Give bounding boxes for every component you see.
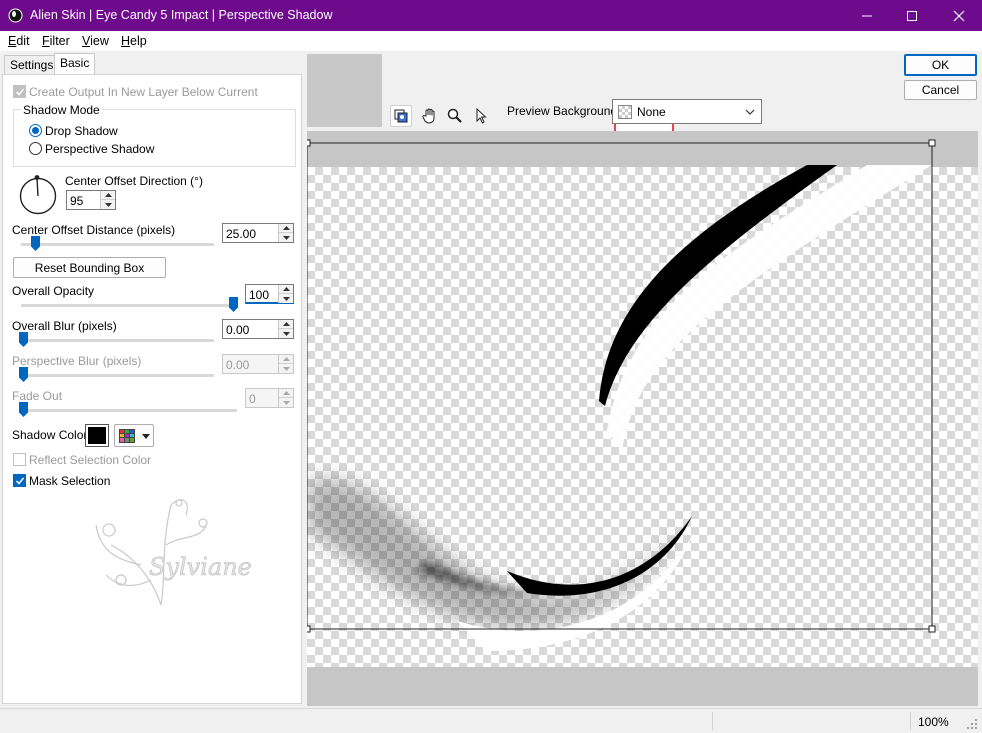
close-icon [953,10,965,21]
ok-button[interactable]: OK [904,54,977,76]
overall-blur-input[interactable]: 0.00 [222,319,294,339]
perspective-blur-label: Perspective Blur (pixels) [12,354,142,368]
fade-out-input[interactable]: 0 [245,388,294,408]
spin-up-icon[interactable] [101,191,115,200]
perspective-shadow-radio[interactable] [29,142,42,155]
navigator-thumbnail[interactable] [307,54,674,167]
spin-down-icon[interactable] [279,294,293,303]
fade-out-slider[interactable] [19,402,28,417]
overall-opacity-input[interactable]: 100 [245,284,294,304]
perspective-blur-slider[interactable] [19,367,28,382]
sylviane-watermark: Sylviane [95,499,251,606]
spin-up-icon[interactable] [279,224,293,233]
mask-selection-checkbox[interactable] [13,474,26,487]
status-bar: 100% [0,708,982,733]
perspective-blur-input[interactable]: 0.00 [222,354,294,374]
hand-tool-button[interactable] [419,105,441,127]
color-palette-button[interactable] [114,424,154,447]
spin-up-icon[interactable] [279,389,293,398]
center-offset-direction-input[interactable]: 95 [66,190,116,210]
create-output-checkbox[interactable] [13,85,26,98]
reset-bounding-box-button[interactable]: Reset Bounding Box [13,257,166,278]
menu-help[interactable]: Help [121,34,147,48]
create-output-label: Create Output In New Layer Below Current [29,85,258,99]
minimize-icon [862,15,872,16]
tab-settings[interactable]: Settings [4,55,60,75]
reflect-selection-color-label: Reflect Selection Color [29,453,152,467]
resize-grip-icon[interactable] [966,718,978,730]
spin-down-icon[interactable] [101,200,115,209]
compare-view-icon [394,109,408,123]
fade-out-track[interactable] [21,409,237,412]
arrow-cursor-icon [476,108,487,124]
menu-bar: Edit Filter View Help [0,31,982,51]
shadow-color-label: Shadow Color [12,428,88,442]
spin-down-icon[interactable] [279,329,293,338]
overall-blur-slider[interactable] [19,332,28,347]
overall-opacity-track[interactable] [21,304,237,307]
maximize-button[interactable] [889,0,935,31]
zoom-level: 100% [918,715,949,729]
preview-background-select[interactable]: None [612,99,762,124]
magnifier-icon [447,108,462,123]
window-title: Alien Skin | Eye Candy 5 Impact | Perspe… [30,8,333,22]
menu-view[interactable]: View [82,34,109,48]
center-offset-distance-track[interactable] [21,243,214,246]
shadow-color-swatch[interactable] [85,424,109,447]
overall-blur-track[interactable] [21,339,214,342]
menu-edit[interactable]: Edit [8,34,30,48]
checkmark-icon [15,88,25,96]
watermark-text: Sylviane [149,553,251,581]
perspective-blur-track[interactable] [21,374,214,377]
title-bar[interactable]: Alien Skin | Eye Candy 5 Impact | Perspe… [0,0,982,31]
reflect-selection-color-checkbox[interactable] [13,453,26,466]
center-offset-distance-slider[interactable] [31,236,40,251]
spin-down-icon[interactable] [279,364,293,373]
zoom-tool-button[interactable] [444,105,466,127]
chevron-down-icon [745,109,755,115]
center-offset-distance-label: Center Offset Distance (pixels) [12,223,176,237]
spin-down-icon[interactable] [279,398,293,407]
spin-up-icon[interactable] [279,320,293,329]
shadow-mode-title: Shadow Mode [21,103,102,117]
close-button[interactable] [936,0,982,31]
spin-up-icon[interactable] [279,285,293,294]
hand-icon [422,108,435,124]
overall-opacity-slider[interactable] [229,297,238,312]
dropdown-arrow-icon [142,434,150,439]
transparent-swatch-icon [618,105,632,119]
spin-up-icon[interactable] [279,355,293,364]
perspective-shadow-label: Perspective Shadow [45,142,155,156]
tab-basic[interactable]: Basic [54,53,96,75]
alien-skin-icon [8,8,23,23]
drop-shadow-radio[interactable] [29,124,42,137]
color-grid-icon [119,429,135,443]
overall-blur-label: Overall Blur (pixels) [12,319,117,333]
checkmark-icon [15,477,25,485]
minimize-button[interactable] [844,0,890,31]
drop-shadow-label: Drop Shadow [45,124,118,138]
preview-background-value: None [637,105,666,119]
maximize-icon [907,10,917,21]
basic-tab-page: Create Output In New Layer Below Current… [2,74,302,704]
menu-filter[interactable]: Filter [42,34,70,48]
center-offset-direction-label: Center Offset Direction (°) [65,174,203,188]
pointer-tool-button[interactable] [470,105,492,127]
spin-down-icon[interactable] [279,233,293,242]
overall-opacity-label: Overall Opacity [12,284,95,298]
center-offset-distance-input[interactable]: 25.00 [222,223,294,243]
preview-canvas[interactable] [307,131,978,706]
direction-dial[interactable] [17,173,59,215]
preview-background-label: Preview Background: [507,104,621,118]
cancel-button[interactable]: Cancel [904,80,977,100]
shadow-mode-group [13,109,296,167]
preview-artwork [307,139,936,651]
view-toggle-button[interactable] [390,105,412,127]
settings-panel: Settings Basic Create Output In New Laye… [0,51,306,708]
fade-out-label: Fade Out [12,389,63,403]
